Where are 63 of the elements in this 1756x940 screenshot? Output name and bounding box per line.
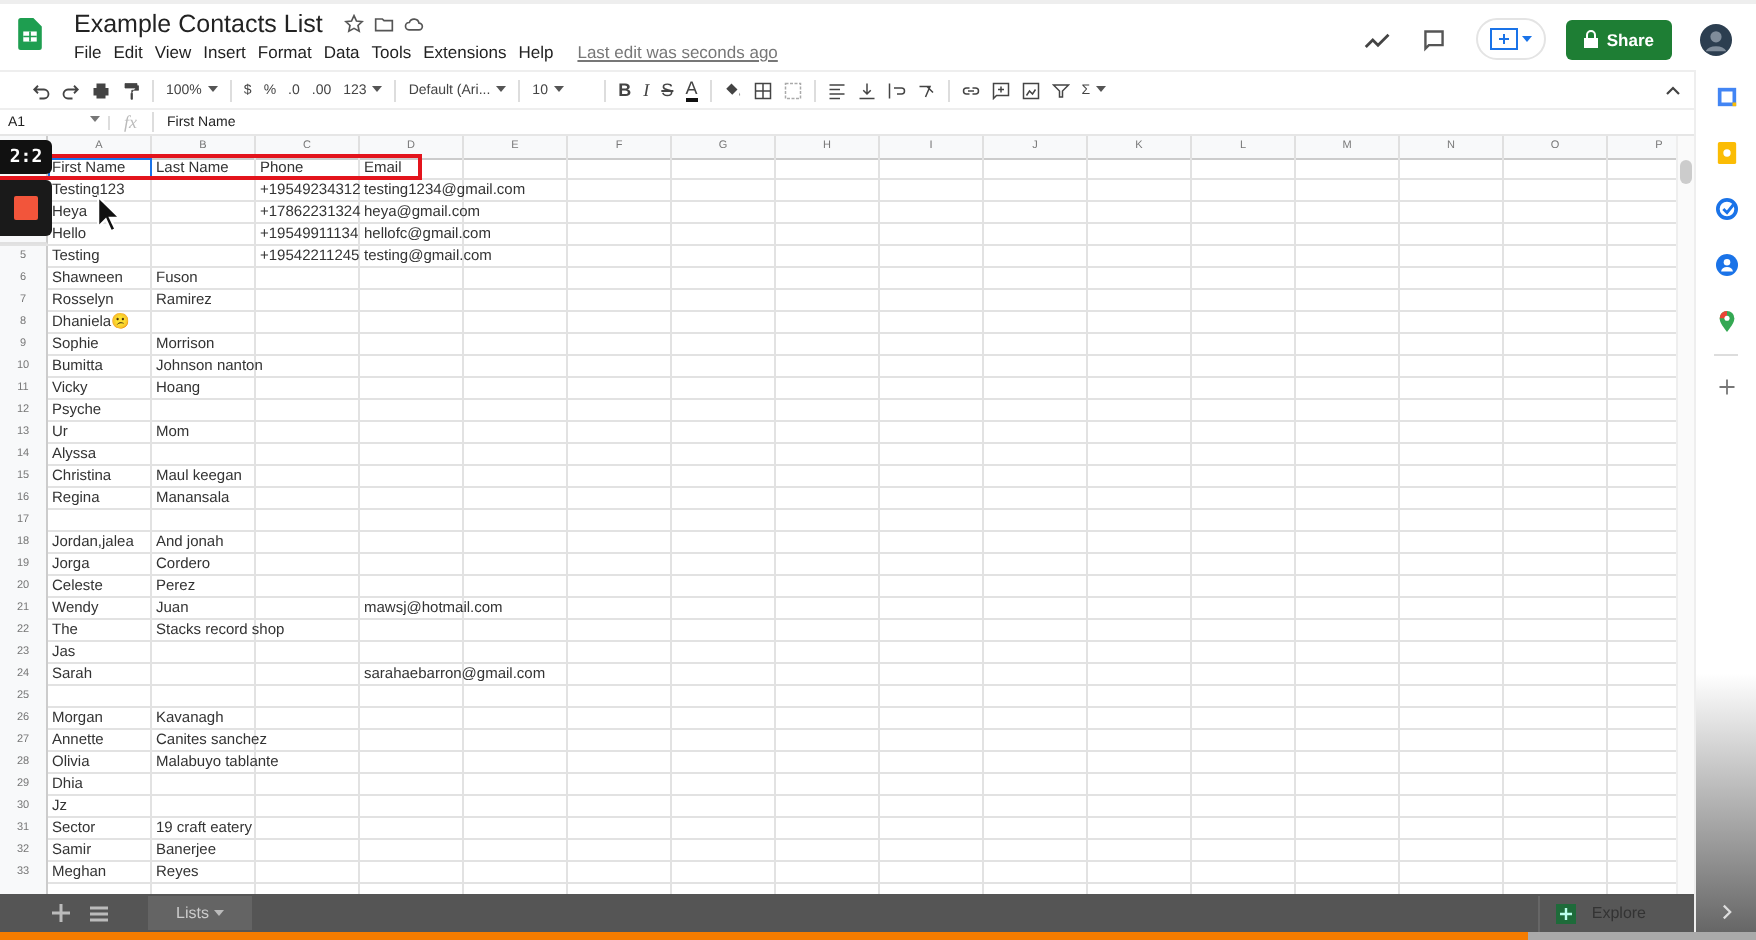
caret-icon <box>214 910 225 917</box>
menu-item[interactable]: Format <box>257 42 312 62</box>
print-icon[interactable] <box>92 81 110 99</box>
sheet-list-icon[interactable] <box>90 905 108 921</box>
vertical-align-icon[interactable] <box>857 81 876 99</box>
chevron-icon[interactable] <box>1721 904 1731 920</box>
borders-icon[interactable] <box>753 81 772 99</box>
text-color-button[interactable]: A <box>685 79 698 101</box>
caret-icon <box>1522 35 1533 43</box>
menu-item[interactable]: View <box>154 42 192 62</box>
fill-color-icon[interactable] <box>723 81 742 99</box>
last-edit-link[interactable]: Last edit was seconds ago <box>577 42 778 62</box>
cursor-icon <box>96 194 122 234</box>
meet-button[interactable] <box>1476 18 1547 60</box>
avatar[interactable] <box>1700 23 1732 55</box>
explore-icon <box>1555 903 1576 923</box>
add-sheet-icon[interactable] <box>52 904 70 922</box>
menu-item[interactable]: Insert <box>203 42 246 62</box>
document-title[interactable]: Example Contacts List <box>74 10 323 38</box>
contacts-icon[interactable] <box>1715 254 1737 276</box>
caret-icon <box>90 115 100 121</box>
wrap-icon[interactable] <box>887 81 906 99</box>
caret-icon <box>207 86 218 93</box>
caret-icon <box>553 86 564 93</box>
bold-button[interactable]: B <box>618 80 632 100</box>
lock-icon <box>1584 30 1599 48</box>
rotate-icon[interactable] <box>917 81 936 99</box>
strikethrough-button[interactable]: S <box>661 80 674 100</box>
recording-timer: 2:2 <box>0 140 52 174</box>
caret-icon <box>372 86 383 93</box>
tasks-icon[interactable] <box>1715 198 1737 220</box>
caret-icon <box>496 86 507 93</box>
italic-button[interactable]: I <box>643 80 650 100</box>
menu-item[interactable]: Edit <box>113 42 143 62</box>
link-icon[interactable] <box>961 81 980 99</box>
comment-icon[interactable] <box>1420 27 1449 51</box>
fx-label: fx <box>110 112 153 132</box>
paint-format-icon[interactable] <box>122 81 140 99</box>
sheet-tab[interactable]: Lists <box>148 896 253 930</box>
menu-item[interactable]: Extensions <box>423 42 507 62</box>
menu-item[interactable]: Data <box>323 42 360 62</box>
share-button[interactable]: Share <box>1566 19 1672 59</box>
caret-icon <box>1096 86 1107 93</box>
chart-icon[interactable] <box>1021 81 1040 99</box>
menu-item[interactable]: File <box>74 42 102 62</box>
align-icon[interactable] <box>827 81 846 99</box>
menu-item[interactable]: Help <box>518 42 554 62</box>
add-icon[interactable] <box>1717 378 1735 396</box>
cloud-icon[interactable] <box>404 14 425 34</box>
star-icon[interactable] <box>344 14 365 34</box>
map-pin-icon[interactable] <box>1715 310 1737 332</box>
collapse-icon[interactable] <box>1664 81 1682 99</box>
menu-item[interactable]: Tools <box>371 42 412 62</box>
redo-icon[interactable] <box>62 81 80 99</box>
filter-icon[interactable] <box>1051 81 1070 99</box>
undo-icon[interactable] <box>32 81 50 99</box>
comment-icon[interactable] <box>991 81 1010 99</box>
camera-plus-icon <box>1490 28 1519 50</box>
folder-icon[interactable] <box>374 14 395 34</box>
sheets-logo-icon[interactable] <box>18 18 42 50</box>
stop-icon <box>14 196 38 220</box>
calendar-icon[interactable] <box>1715 86 1737 108</box>
record-button[interactable] <box>0 180 52 236</box>
